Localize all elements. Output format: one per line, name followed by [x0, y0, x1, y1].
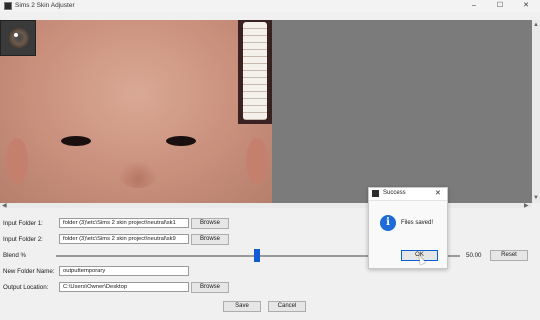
texture-preview — [0, 20, 532, 203]
title-bar: Sims 2 Skin Adjuster – ☐ ✕ — [0, 0, 540, 12]
info-icon: i — [380, 215, 396, 231]
output-location-field[interactable]: C:\Users\Owner\Desktop — [59, 282, 189, 292]
close-button[interactable]: ✕ — [514, 0, 538, 12]
cancel-button[interactable]: Cancel — [268, 301, 306, 312]
blend-label: Blend % — [3, 252, 27, 259]
dialog-title-bar: Success ✕ — [369, 188, 447, 201]
blend-slider-thumb[interactable] — [254, 249, 260, 262]
output-location-label: Output Location: — [3, 284, 49, 291]
input-folder-2-field[interactable]: folder (3)\etc\Sims 2 skin project\neutr… — [59, 234, 189, 244]
window-title: Sims 2 Skin Adjuster — [15, 2, 75, 9]
app-icon — [4, 2, 12, 10]
left-ear — [6, 138, 28, 184]
minimize-button[interactable]: – — [462, 0, 486, 12]
dialog-app-icon — [372, 190, 379, 197]
dialog-title: Success — [383, 190, 406, 196]
vertical-scrollbar[interactable]: ▲ ▼ — [532, 20, 540, 203]
scroll-right-icon[interactable]: ▶ — [524, 202, 529, 209]
eye-glint — [14, 33, 18, 37]
blend-value: 50.00 — [466, 252, 482, 259]
face-skin-texture — [0, 20, 272, 203]
dialog-close-icon[interactable]: ✕ — [435, 189, 441, 197]
dialog-message: Files saved! — [401, 220, 434, 226]
scroll-up-icon[interactable]: ▲ — [533, 22, 539, 28]
iris — [9, 28, 29, 48]
input-folder-2-label: Input Folder 2: — [3, 236, 43, 243]
right-eye-socket — [166, 136, 196, 146]
input-folder-1-field[interactable]: folder (3)\etc\Sims 2 skin project\neutr… — [59, 218, 189, 228]
horizontal-scrollbar[interactable]: ◀ ▶ — [0, 202, 532, 209]
scroll-left-icon[interactable]: ◀ — [2, 202, 7, 209]
input-folder-1-label: Input Folder 1: — [3, 220, 43, 227]
maximize-button[interactable]: ☐ — [488, 0, 512, 12]
new-folder-name-label: New Folder Name: — [3, 268, 55, 275]
output-browse-button[interactable]: Browse — [191, 282, 229, 293]
teeth-texture — [238, 20, 272, 124]
teeth — [243, 22, 267, 120]
reset-button[interactable]: Reset — [490, 250, 528, 261]
success-dialog: Success ✕ i Files saved! OK — [368, 187, 448, 269]
save-button[interactable]: Save — [223, 301, 261, 312]
input-folder-2-browse-button[interactable]: Browse — [191, 234, 229, 245]
scroll-down-icon[interactable]: ▼ — [533, 195, 539, 201]
right-ear — [246, 138, 268, 184]
eye-texture — [0, 20, 36, 56]
new-folder-name-input[interactable]: outputtemporary — [59, 266, 189, 276]
input-folder-1-browse-button[interactable]: Browse — [191, 218, 229, 229]
nose — [118, 160, 158, 188]
left-eye-socket — [61, 136, 91, 146]
